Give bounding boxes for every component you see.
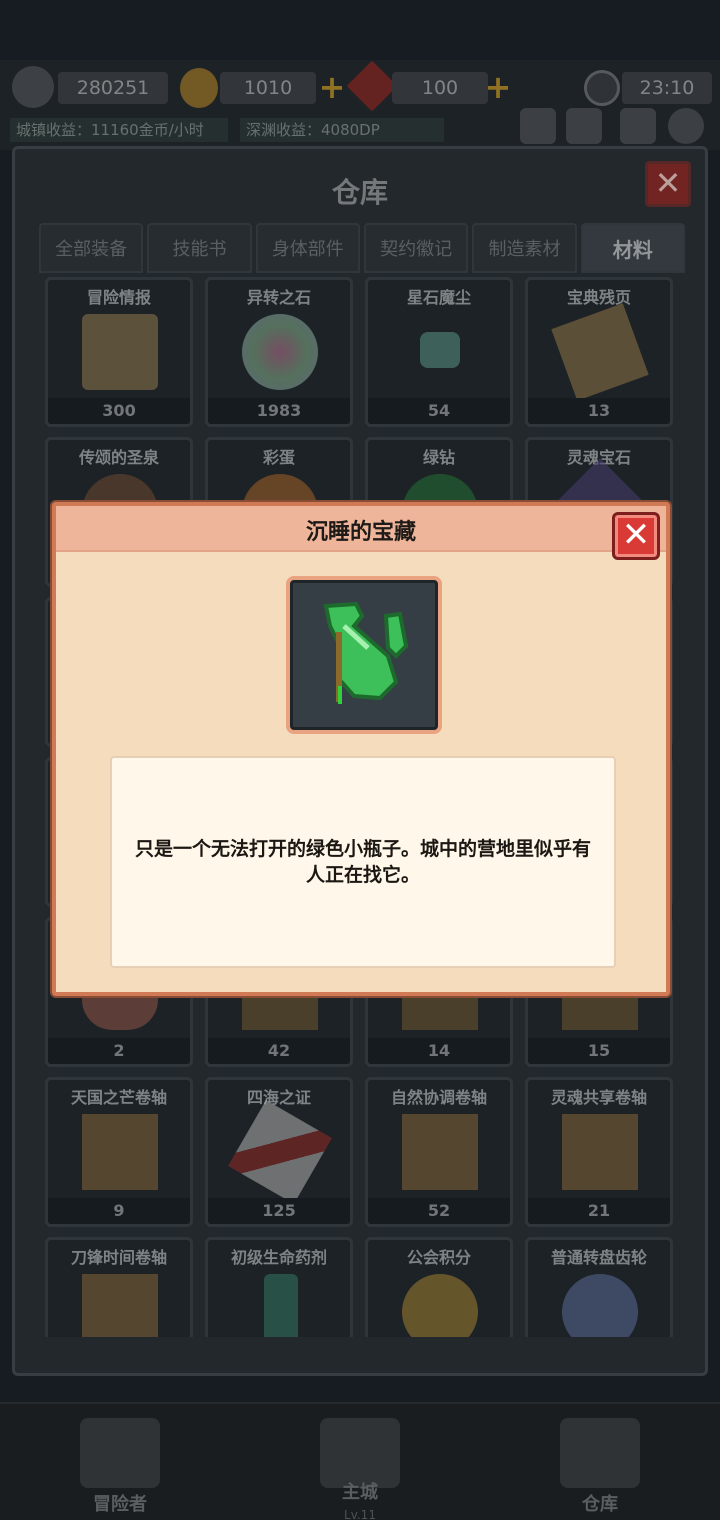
item-description-box: 只是一个无法打开的绿色小瓶子。城中的营地里似乎有人正在找它。 <box>110 756 616 968</box>
modal-header: 沉睡的宝藏 <box>56 506 666 552</box>
close-icon: ✕ <box>621 515 651 555</box>
item-preview-frame <box>286 576 442 734</box>
item-description: 只是一个无法打开的绿色小瓶子。城中的营地里似乎有人正在找它。 <box>134 838 591 886</box>
modal-close-button[interactable]: ✕ <box>612 512 660 560</box>
item-preview <box>290 580 438 730</box>
modal-title: 沉睡的宝藏 <box>305 520 416 545</box>
green-bottle-icon <box>296 586 435 726</box>
item-detail-modal: 沉睡的宝藏 ✕ 只是一个无法打开的绿色小瓶子。城中的营地里似乎有人正在找它。 <box>52 502 670 996</box>
